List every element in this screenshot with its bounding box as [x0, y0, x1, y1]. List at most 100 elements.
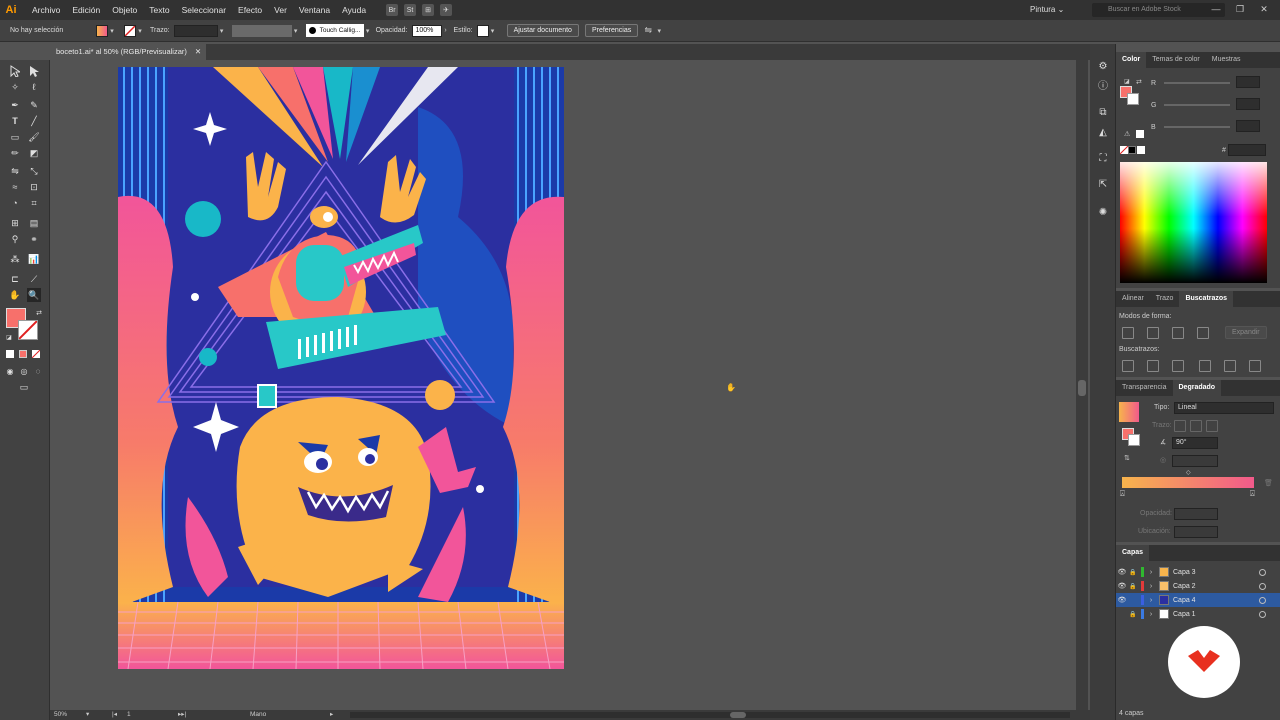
swap-colors-icon[interactable]: ⇄	[1136, 78, 1142, 86]
minus-front-icon[interactable]	[1147, 327, 1159, 339]
none-mode-icon[interactable]	[31, 349, 41, 359]
chevron-right-icon[interactable]: ›	[1147, 583, 1155, 590]
tab-gradient[interactable]: Degradado	[1172, 380, 1222, 396]
symbol-sprayer-icon[interactable]: ⁂	[8, 252, 22, 266]
stock-search-input[interactable]: Buscar en Adobe Stock	[1092, 3, 1225, 17]
black-swatch[interactable]	[1128, 146, 1136, 154]
bridge-icon[interactable]: Br	[386, 4, 399, 16]
default-colors-icon[interactable]: ◪	[1124, 78, 1130, 85]
chevron-right-icon[interactable]: ›	[1147, 569, 1155, 576]
layer-name[interactable]: Capa 3	[1173, 569, 1196, 576]
outline-icon[interactable]	[1224, 360, 1236, 372]
gpu-rocket-icon[interactable]: ✈	[440, 4, 453, 16]
aspect-ratio-field[interactable]	[1172, 455, 1218, 467]
links-icon[interactable]: ⇱	[1096, 178, 1110, 192]
out-of-gamut-icon[interactable]: ⚠	[1124, 130, 1130, 138]
graph-tool-icon[interactable]: 📊	[27, 252, 41, 266]
trash-icon[interactable]: 🗑	[1264, 479, 1273, 487]
menu-edicion[interactable]: Edición	[66, 0, 106, 20]
tab-swatches[interactable]: Muestras	[1206, 52, 1247, 68]
lock-icon[interactable]: 🔒	[1128, 583, 1138, 590]
layer-row[interactable]: 👁 › Capa 4	[1116, 593, 1280, 607]
crop-icon[interactable]	[1199, 360, 1211, 372]
eyedropper-icon[interactable]: ⚲	[8, 232, 22, 246]
zoom-tool-icon[interactable]: 🔍	[27, 288, 41, 302]
color-mode-icon[interactable]	[6, 350, 14, 358]
arrange-icon[interactable]: ⇋	[641, 25, 655, 36]
eraser-tool-icon[interactable]: ◩	[27, 146, 41, 160]
chevron-down-icon[interactable]: ▾	[489, 27, 497, 35]
menu-objeto[interactable]: Objeto	[106, 0, 143, 20]
brushes-icon[interactable]: ✺	[1096, 206, 1110, 220]
slice-tool-icon[interactable]: ⟋	[27, 272, 41, 286]
scrollbar-thumb[interactable]	[1078, 380, 1086, 396]
first-artboard-icon[interactable]: |◂	[112, 710, 117, 718]
gradient-location-field[interactable]	[1174, 526, 1218, 538]
tab-layers[interactable]: Capas	[1116, 545, 1150, 561]
menu-efecto[interactable]: Efecto	[232, 0, 268, 20]
arrange-documents-icon[interactable]: ⊞	[422, 4, 435, 16]
lasso-icon[interactable]: ℓ	[27, 80, 41, 94]
artboard-illustration[interactable]	[118, 67, 564, 669]
default-colors-icon[interactable]: ◪	[2, 330, 16, 344]
variable-width-profile[interactable]	[231, 24, 292, 37]
gradient-angle-field[interactable]: 90°	[1172, 437, 1218, 449]
layer-target-icon[interactable]	[1259, 582, 1266, 590]
reverse-gradient-icon[interactable]: ⇅	[1124, 454, 1130, 462]
chevron-right-icon[interactable]: ▸	[330, 710, 333, 718]
layer-name[interactable]: Capa 2	[1173, 583, 1196, 590]
lock-icon[interactable]: 🔒	[1128, 611, 1138, 618]
white-swatch[interactable]	[1137, 146, 1145, 154]
pencil-tool-icon[interactable]: ✏	[8, 146, 22, 160]
chevron-down-icon[interactable]: ▾	[218, 27, 226, 35]
tab-pathfinder[interactable]: Buscatrazos	[1179, 291, 1234, 307]
artboards-icon[interactable]: ⧉	[1096, 106, 1110, 120]
gradient-stop-start[interactable]: ⍓	[1120, 489, 1125, 499]
style-swatch[interactable]	[476, 24, 489, 37]
stroke-along-icon[interactable]	[1190, 420, 1202, 432]
artboard-tool-icon[interactable]: ⊏	[8, 272, 22, 286]
chevron-right-icon[interactable]: ›	[1147, 611, 1155, 618]
unite-icon[interactable]	[1122, 327, 1134, 339]
layer-target-icon[interactable]	[1259, 596, 1266, 604]
none-swatch[interactable]	[1119, 145, 1129, 155]
maximize-button[interactable]: ❐	[1234, 3, 1246, 15]
draw-inside-icon[interactable]: ◌	[31, 364, 45, 378]
minus-back-icon[interactable]	[1249, 360, 1261, 372]
gradient-slider[interactable]	[1122, 477, 1254, 488]
close-window-button[interactable]: ✕	[1258, 3, 1270, 15]
panel-stroke-swatch[interactable]	[1127, 93, 1139, 105]
artboard-number[interactable]: 1	[127, 711, 131, 718]
lock-icon[interactable]: 🔒	[1128, 569, 1138, 576]
gradient-tool-icon[interactable]: ▤	[27, 216, 41, 230]
vertical-scrollbar[interactable]	[1076, 60, 1088, 710]
free-transform-icon[interactable]: ⊡	[27, 180, 41, 194]
chevron-down-icon[interactable]: ▾	[364, 27, 372, 35]
warp-tool-icon[interactable]: ≈	[8, 180, 22, 194]
tab-align[interactable]: Alinear	[1116, 291, 1150, 307]
gradient-thumbnail[interactable]	[1119, 402, 1139, 422]
tab-transparency[interactable]: Transparencia	[1116, 380, 1173, 396]
info-icon[interactable]: ⓘ	[1096, 80, 1110, 94]
layer-target-icon[interactable]	[1259, 568, 1266, 576]
chevron-down-icon[interactable]: ▾	[108, 27, 116, 35]
white-swatch[interactable]	[1136, 130, 1144, 138]
gradient-mode-icon[interactable]	[19, 350, 27, 358]
g-value-field[interactable]	[1236, 98, 1260, 110]
layer-row[interactable]: 👁 🔒 › Capa 2	[1116, 579, 1280, 593]
layer-name[interactable]: Capa 4	[1173, 597, 1196, 604]
stroke-across-icon[interactable]	[1206, 420, 1218, 432]
merge-icon[interactable]	[1172, 360, 1184, 372]
g-slider[interactable]	[1164, 104, 1230, 106]
layer-target-icon[interactable]	[1259, 610, 1266, 618]
menu-ver[interactable]: Ver	[268, 0, 293, 20]
intersect-icon[interactable]	[1172, 327, 1184, 339]
midpoint-marker[interactable]: ◇	[1186, 469, 1191, 476]
scrollbar-thumb[interactable]	[730, 712, 746, 718]
next-artboard-icon[interactable]: ▸▸|	[178, 710, 186, 718]
r-value-field[interactable]	[1236, 76, 1260, 88]
tab-color-themes[interactable]: Temas de color	[1146, 52, 1205, 68]
chevron-right-icon[interactable]: ›	[1147, 597, 1155, 604]
mesh-tool-icon[interactable]: ⊞	[8, 216, 22, 230]
draw-behind-icon[interactable]: ◎	[17, 364, 31, 378]
